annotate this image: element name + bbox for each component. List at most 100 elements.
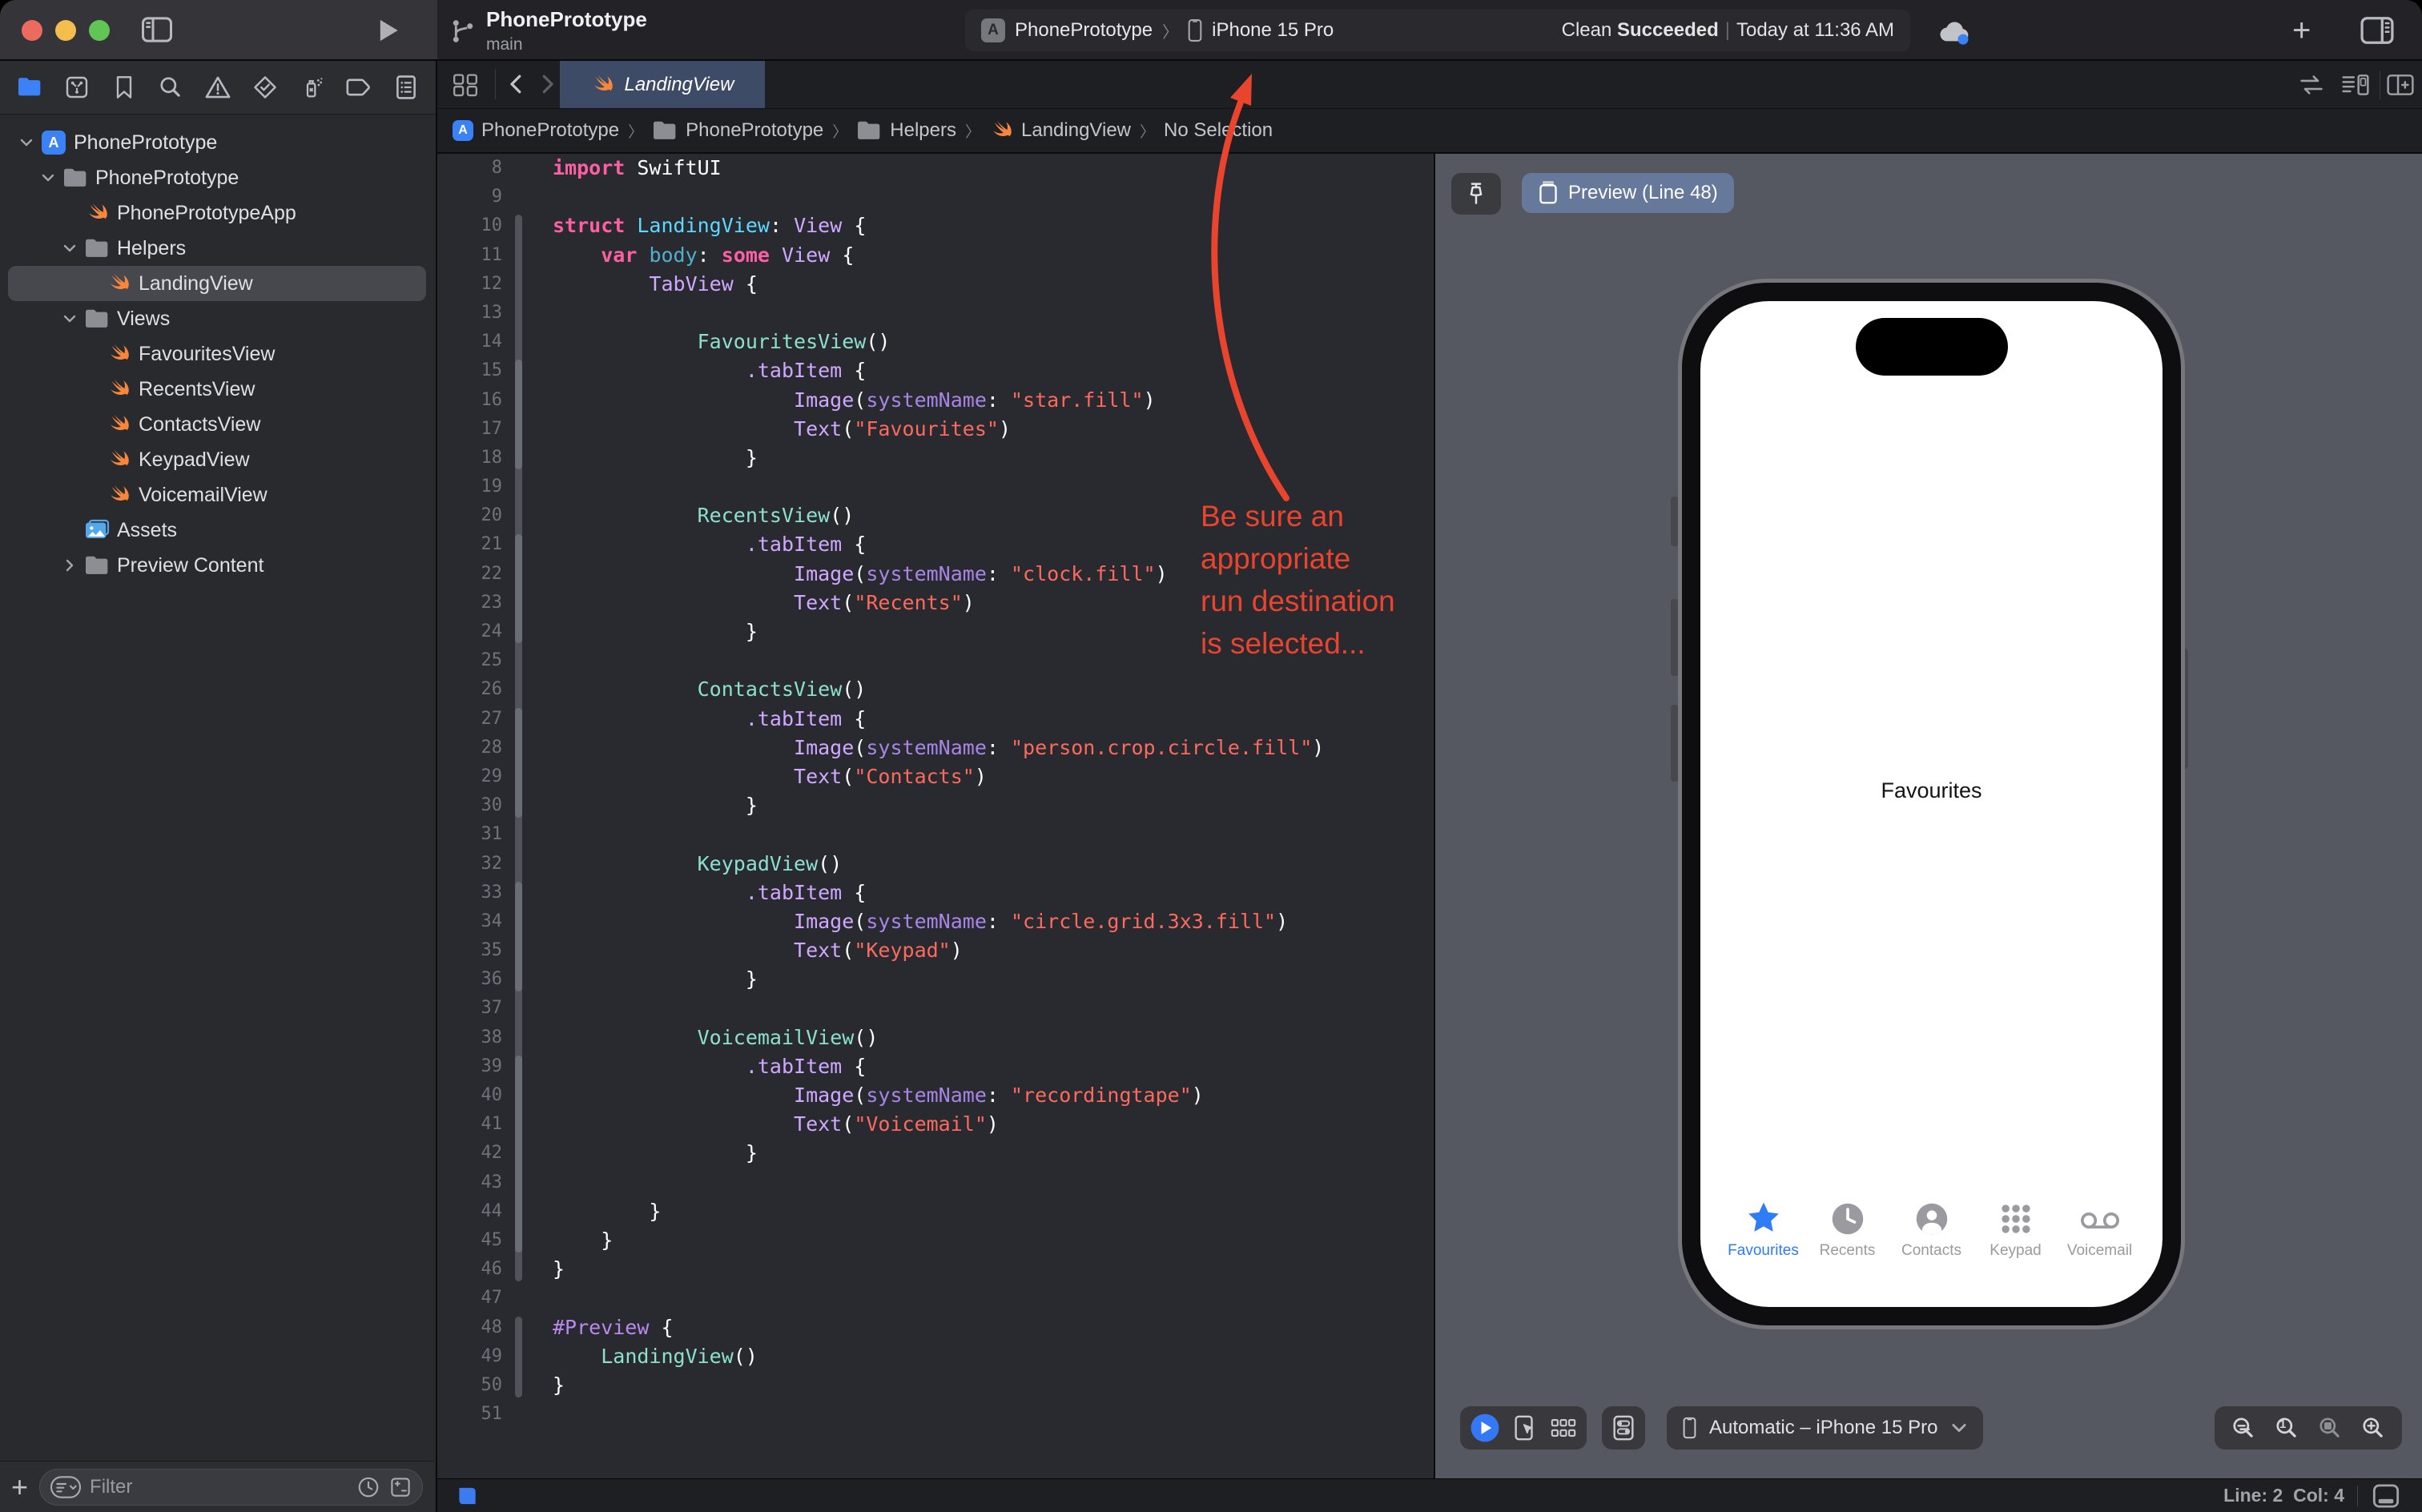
code-line-9[interactable]: 9 — [437, 183, 1434, 211]
code-line-46[interactable]: 46} — [437, 1255, 1434, 1284]
code-line-27[interactable]: 27 .tabItem { — [437, 705, 1434, 734]
recent-files-filter-icon[interactable] — [356, 1475, 380, 1499]
sidebar-item-views[interactable]: Views — [8, 301, 426, 336]
split-editor-icon[interactable] — [2385, 71, 2416, 99]
minimap-icon[interactable] — [2340, 71, 2371, 99]
phone-tab-keypad[interactable]: Keypad — [1973, 1196, 2058, 1286]
toggle-left-sidebar-icon[interactable] — [141, 16, 173, 43]
filter-menu-icon[interactable] — [50, 1475, 82, 1499]
sidebar-item-preview-content[interactable]: Preview Content — [8, 548, 426, 583]
disclosure-chevron-icon[interactable] — [58, 311, 82, 327]
sidebar-item-favouritesview[interactable]: FavouritesView — [8, 336, 426, 372]
zoom-out-button[interactable] — [2231, 1415, 2256, 1441]
code-line-8[interactable]: 8import SwiftUI — [437, 154, 1434, 183]
breakpoints-navigator-icon[interactable] — [345, 74, 372, 101]
zoom-fit-button[interactable] — [2317, 1415, 2343, 1441]
code-line-17[interactable]: 17 Text("Favourites") — [437, 415, 1434, 444]
phone-tab-favourites[interactable]: Favourites — [1721, 1196, 1805, 1286]
disclosure-chevron-icon[interactable] — [14, 135, 38, 151]
cloud-status-icon[interactable] — [1937, 14, 1973, 46]
sidebar-item-helpers[interactable]: Helpers — [8, 231, 426, 266]
sidebar-item-phoneprototype[interactable]: APhonePrototype — [8, 125, 426, 160]
add-file-button[interactable]: + — [11, 1470, 28, 1504]
code-line-30[interactable]: 30 } — [437, 791, 1434, 820]
code-line-13[interactable]: 13 — [437, 299, 1434, 328]
code-line-45[interactable]: 45 } — [437, 1226, 1434, 1255]
run-destination-label[interactable]: iPhone 15 Pro — [1212, 19, 1334, 42]
code-structure-icon[interactable] — [457, 1486, 481, 1506]
source-control-navigator-icon[interactable] — [63, 74, 91, 101]
close-window-button[interactable] — [22, 20, 42, 41]
project-navigator-icon[interactable] — [16, 74, 43, 101]
build-status[interactable]: Clean Succeeded|Today at 11:36 AM — [1562, 19, 1894, 42]
code-line-39[interactable]: 39 .tabItem { — [437, 1052, 1434, 1081]
tab-landingview[interactable]: LandingView — [560, 61, 765, 108]
code-line-14[interactable]: 14 FavouritesView() — [437, 328, 1434, 356]
code-line-37[interactable]: 37 — [437, 994, 1434, 1023]
breadcrumb-item[interactable]: No Selection — [1164, 119, 1273, 142]
tests-navigator-icon[interactable] — [251, 74, 279, 101]
selectable-mode-button[interactable] — [1513, 1414, 1537, 1442]
live-preview-button[interactable] — [1470, 1413, 1500, 1443]
sidebar-item-phoneprototype[interactable]: PhonePrototype — [8, 160, 426, 195]
source-control-filter-icon[interactable] — [388, 1475, 412, 1499]
code-line-35[interactable]: 35 Text("Keypad") — [437, 936, 1434, 965]
sidebar-item-contactsview[interactable]: ContactsView — [8, 407, 426, 442]
code-line-10[interactable]: 10struct LandingView: View { — [437, 211, 1434, 240]
code-line-34[interactable]: 34 Image(systemName: "circle.grid.3x3.fi… — [437, 907, 1434, 936]
debug-navigator-icon[interactable] — [299, 74, 326, 101]
zoom-in-button[interactable] — [2360, 1415, 2386, 1441]
code-line-32[interactable]: 32 KeypadView() — [437, 850, 1434, 879]
code-line-48[interactable]: 48#Preview { — [437, 1313, 1434, 1342]
code-line-11[interactable]: 11 var body: some View { — [437, 241, 1434, 270]
breadcrumb-item[interactable]: APhonePrototype — [453, 119, 619, 142]
preview-device-selector[interactable]: Automatic – iPhone 15 Pro — [1667, 1406, 1983, 1450]
phone-tab-contacts[interactable]: Contacts — [1889, 1196, 1973, 1286]
code-line-36[interactable]: 36 } — [437, 965, 1434, 994]
code-line-38[interactable]: 38 VoicemailView() — [437, 1023, 1434, 1052]
phone-tab-recents[interactable]: Recents — [1805, 1196, 1889, 1286]
code-line-15[interactable]: 15 .tabItem { — [437, 356, 1434, 385]
disclosure-chevron-icon[interactable] — [58, 557, 82, 573]
code-line-33[interactable]: 33 .tabItem { — [437, 879, 1434, 907]
go-forward-icon[interactable] — [535, 72, 559, 96]
scheme-selector[interactable]: A PhonePrototype 〉 iPhone 15 Pro Clean S… — [965, 10, 1910, 51]
zoom-100-button[interactable]: 1 — [2274, 1415, 2299, 1441]
sidebar-item-keypadview[interactable]: KeypadView — [8, 442, 426, 477]
code-line-51[interactable]: 51 — [437, 1400, 1434, 1429]
filter-field[interactable]: Filter — [39, 1469, 423, 1506]
code-line-43[interactable]: 43 — [437, 1168, 1434, 1197]
breadcrumb-item[interactable]: Helpers — [856, 119, 956, 142]
swap-editor-icon[interactable] — [2297, 72, 2326, 98]
sidebar-item-recentsview[interactable]: RecentsView — [8, 372, 426, 407]
go-back-icon[interactable] — [505, 72, 529, 96]
code-line-18[interactable]: 18 } — [437, 444, 1434, 472]
library-add-button[interactable]: + — [2292, 13, 2311, 49]
code-editor[interactable]: 8import SwiftUI910struct LandingView: Vi… — [437, 154, 1434, 1478]
sidebar-item-assets[interactable]: Assets — [8, 513, 426, 548]
code-line-40[interactable]: 40 Image(systemName: "recordingtape") — [437, 1081, 1434, 1110]
minimize-window-button[interactable] — [55, 20, 76, 41]
code-line-44[interactable]: 44 } — [437, 1197, 1434, 1226]
code-line-26[interactable]: 26 ContactsView() — [437, 675, 1434, 704]
code-line-29[interactable]: 29 Text("Contacts") — [437, 762, 1434, 791]
code-line-50[interactable]: 50} — [437, 1371, 1434, 1400]
find-navigator-icon[interactable] — [157, 74, 184, 101]
zoom-window-button[interactable] — [89, 20, 110, 41]
breadcrumb-item[interactable]: LandingView — [989, 119, 1131, 143]
code-line-16[interactable]: 16 Image(systemName: "star.fill") — [437, 386, 1434, 415]
editor-layout-icon[interactable] — [2371, 1482, 2401, 1510]
code-line-41[interactable]: 41 Text("Voicemail") — [437, 1110, 1434, 1139]
code-line-28[interactable]: 28 Image(systemName: "person.crop.circle… — [437, 734, 1434, 762]
sidebar-item-phoneprototypeapp[interactable]: PhonePrototypeApp — [8, 195, 426, 231]
pin-preview-button[interactable] — [1451, 173, 1501, 215]
phone-tab-voicemail[interactable]: Voicemail — [2058, 1196, 2142, 1286]
code-line-31[interactable]: 31 — [437, 820, 1434, 849]
code-line-49[interactable]: 49 LandingView() — [437, 1342, 1434, 1371]
preview-chip[interactable]: Preview (Line 48) — [1522, 173, 1734, 213]
related-items-icon[interactable] — [451, 72, 480, 98]
issues-navigator-icon[interactable] — [204, 74, 231, 101]
run-button[interactable] — [376, 18, 400, 43]
code-line-12[interactable]: 12 TabView { — [437, 270, 1434, 299]
code-line-42[interactable]: 42 } — [437, 1139, 1434, 1168]
